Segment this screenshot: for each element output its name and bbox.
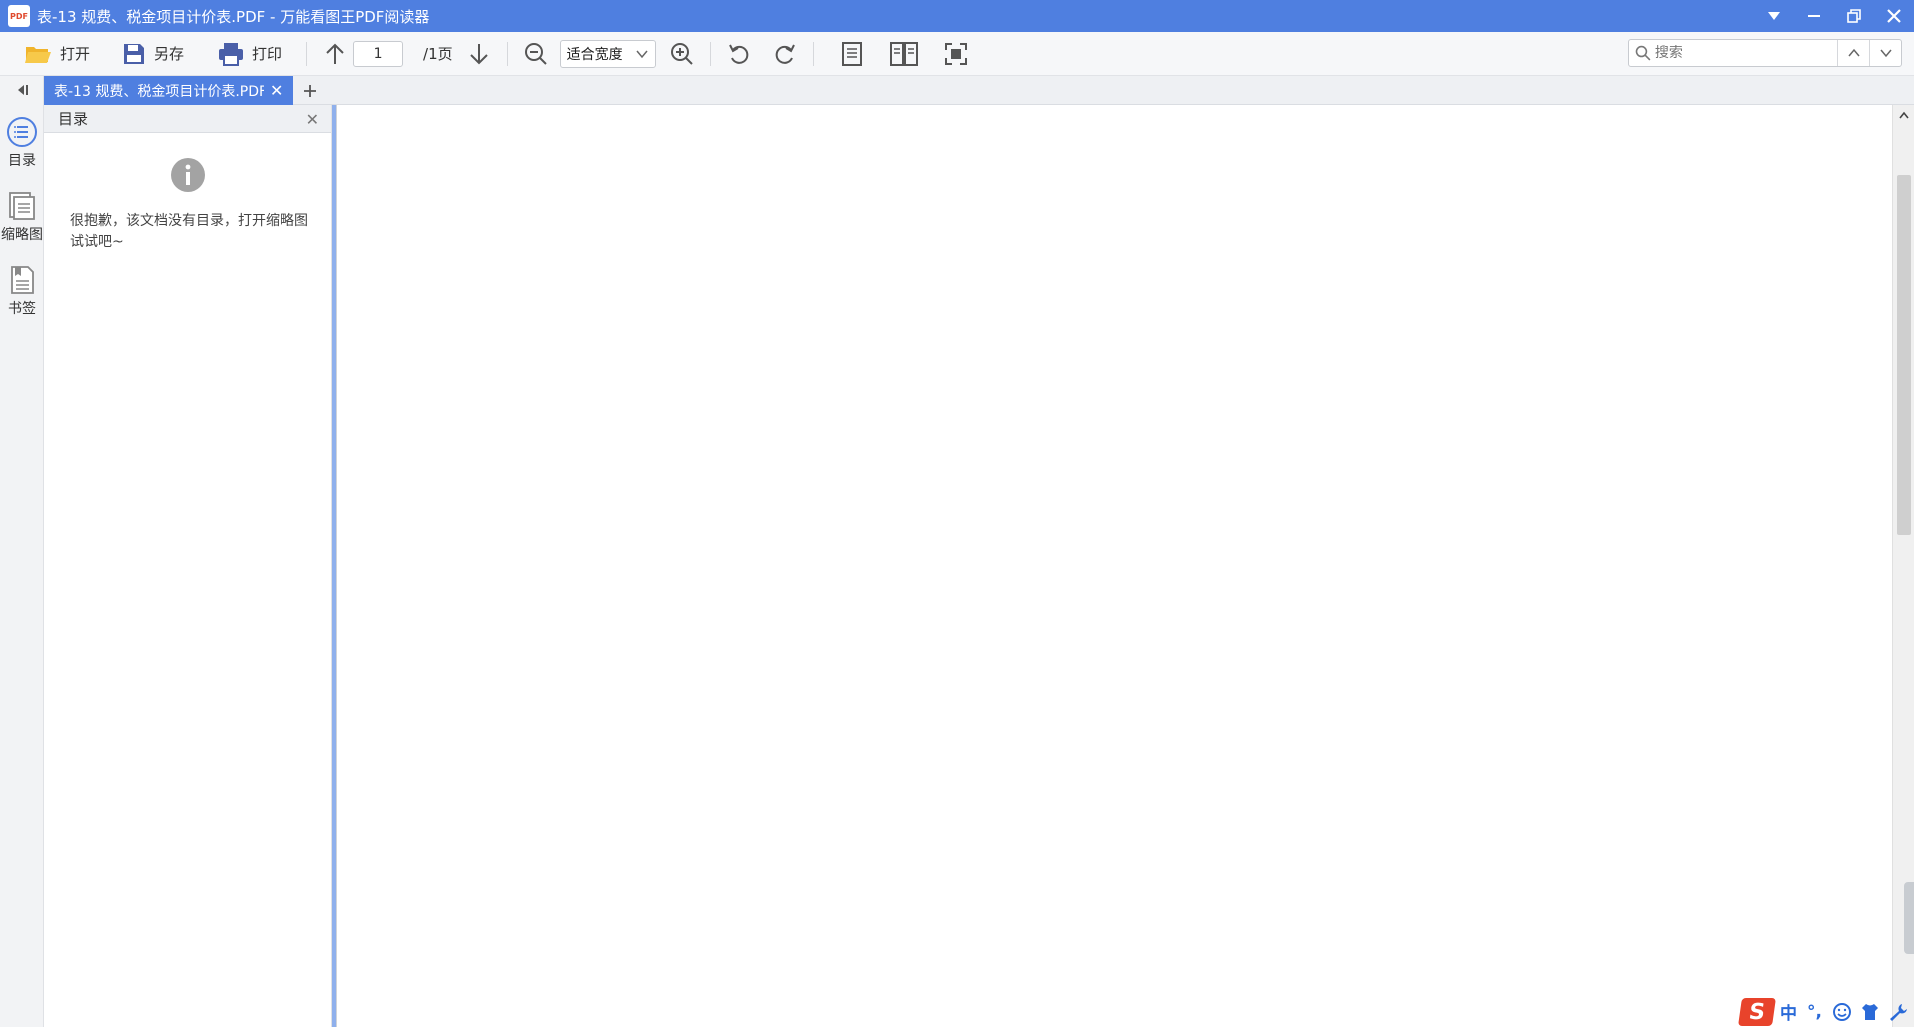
toolbar-divider [812,41,814,66]
arrow-up-icon [326,43,344,64]
page-total-label: /1页 [423,45,453,63]
printer-icon [219,42,244,66]
title-bar: PDF 表-13 规费、税金项目计价表.PDF - 万能看图王PDF阅读器 [0,0,1914,32]
toolbar-divider [306,41,308,66]
document-tab-bar: 表-13 规费、税金项目计价表.PDF ✕ [44,76,1914,105]
chevron-up-icon [1848,48,1860,57]
document-tab-label: 表-13 规费、税金项目计价表.PDF [54,83,264,100]
chevron-down-icon [1880,49,1892,58]
info-icon [171,158,205,192]
emoji-icon[interactable] [1832,1002,1852,1022]
save-as-button[interactable]: 另存 [116,36,190,72]
fullscreen-button[interactable] [938,36,974,72]
print-label: 打印 [252,45,283,63]
empty-outline-message: 很抱歉，该文档没有目录，打开缩略图试试吧~ [70,213,308,250]
toolbar-divider [506,41,508,66]
main-toolbar: 打开 另存 打印 1 /1页 适合宽度 [0,32,1914,76]
document-view[interactable] [336,105,1892,1027]
scrollbar-thumb[interactable] [1897,175,1911,535]
rotate-right-button[interactable] [767,36,803,72]
fullscreen-icon [944,42,967,65]
zoom-mode-select[interactable]: 适合宽度 [559,39,656,68]
collapse-left-icon [18,85,28,95]
open-button[interactable]: 打开 [18,36,96,72]
new-tab-button[interactable] [296,76,324,105]
double-page-view-button[interactable] [886,36,922,72]
nav-thumbnails[interactable]: 缩略图 [0,190,44,244]
minimize-button[interactable] [1794,0,1834,32]
left-nav-strip: 目录 缩略图 书签 [0,76,44,1027]
zoom-in-icon [670,42,693,65]
single-page-icon [841,41,862,66]
wrench-icon[interactable] [1888,1002,1908,1022]
nav-outline[interactable]: 目录 [0,116,44,170]
minimize-icon [1808,15,1820,17]
ime-punct-toggle[interactable]: °, [1807,1002,1822,1022]
zoom-out-button[interactable] [518,36,554,72]
window-title: 表-13 规费、税金项目计价表.PDF - 万能看图王PDF阅读器 [37,7,430,26]
previous-page-button[interactable] [317,36,353,72]
folder-open-icon [25,46,51,63]
triangle-down-icon [1768,12,1780,20]
ime-mode-toggle[interactable]: 中 [1780,999,1797,1024]
restore-button[interactable] [1834,0,1874,32]
save-as-label: 另存 [154,45,185,63]
nav-thumbnails-label: 缩略图 [1,227,43,243]
save-icon [124,43,145,64]
bookmark-icon [11,266,34,294]
document-tab[interactable]: 表-13 规费、税金项目计价表.PDF ✕ [44,76,293,105]
plus-icon [304,84,316,97]
search-input[interactable] [1654,45,1838,61]
thumbnail-icon [9,192,35,220]
next-page-button[interactable] [461,36,497,72]
ime-toolbar: S 中 °, [1738,996,1914,1027]
outline-panel-title: 目录 [58,110,89,128]
app-logo-icon: PDF [8,5,30,27]
rotate-left-icon [728,44,748,64]
ime-logo-icon[interactable]: S [1738,997,1776,1026]
search-prev-button[interactable] [1837,40,1869,66]
outline-panel-header: 目录 ✕ [44,105,331,133]
nav-bookmarks-label: 书签 [8,301,36,317]
side-drawer-handle[interactable] [1904,882,1914,954]
search-box [1628,39,1902,67]
skin-shirt-icon[interactable] [1860,1002,1880,1022]
single-page-view-button[interactable] [834,36,870,72]
close-panel-icon[interactable]: ✕ [306,110,319,129]
chevron-up-icon [1899,111,1909,119]
collapse-panel-button[interactable] [0,76,44,104]
search-next-button[interactable] [1869,40,1901,66]
scroll-up-button[interactable] [1893,105,1914,127]
list-icon [7,117,37,147]
outline-panel: 目录 ✕ 很抱歉，该文档没有目录，打开缩略图试试吧~ [44,105,332,1027]
print-button[interactable]: 打印 [212,36,288,72]
double-page-icon [889,41,918,66]
nav-outline-label: 目录 [8,153,36,169]
nav-bookmarks[interactable]: 书签 [0,264,44,318]
close-icon [1887,9,1901,23]
zoom-in-button[interactable] [664,36,700,72]
page-number-input[interactable]: 1 [353,40,404,67]
menu-dropdown-button[interactable] [1754,0,1794,32]
arrow-down-icon [469,43,488,64]
open-label: 打开 [60,45,91,63]
search-icon [1635,45,1651,61]
close-window-button[interactable] [1874,0,1914,32]
chevron-down-icon [636,50,648,58]
rotate-right-icon [775,44,795,64]
restore-icon [1847,9,1861,23]
zoom-out-icon [524,42,547,65]
zoom-mode-value: 适合宽度 [566,46,623,63]
rotate-left-button[interactable] [721,36,757,72]
close-tab-icon[interactable]: ✕ [270,81,283,100]
toolbar-divider [709,41,711,66]
window-controls [1754,0,1914,32]
